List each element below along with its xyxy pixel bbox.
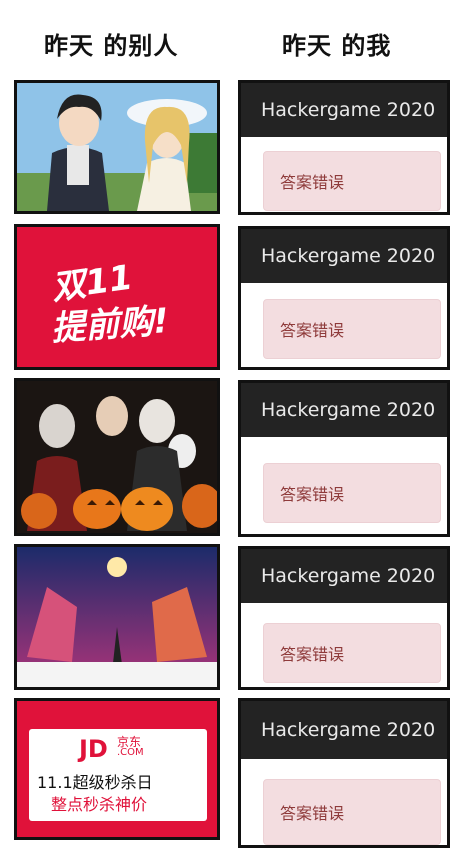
result-card-2: Hackergame 2020 答案错误	[238, 226, 450, 370]
error-alert: 答案错误	[263, 779, 441, 845]
jd-logo: JD	[79, 735, 108, 763]
error-alert: 答案错误	[263, 299, 441, 359]
banner-line-2: 提前购!	[49, 300, 171, 350]
card-title: Hackergame 2020	[241, 701, 447, 759]
error-alert: 答案错误	[263, 463, 441, 523]
error-alert: 答案错误	[263, 623, 441, 683]
halloween-photo-image	[14, 378, 220, 536]
left-column-title: 昨天 的别人	[44, 32, 179, 60]
jd-sale-card: JD 京东 .COM 11.1超级秒杀日 整点秒杀神价	[29, 729, 207, 821]
error-alert: 答案错误	[263, 151, 441, 211]
jd-line-1: 11.1超级秒杀日	[37, 773, 153, 792]
card-title: Hackergame 2020	[241, 383, 447, 437]
result-card-5: Hackergame 2020 答案错误	[238, 698, 450, 848]
result-card-3: Hackergame 2020 答案错误	[238, 380, 450, 537]
anime-characters-image	[14, 80, 220, 214]
jd-line-2: 整点秒杀神价	[51, 795, 148, 814]
jd-com: .COM	[117, 747, 144, 758]
concert-poster-image	[14, 544, 220, 690]
result-card-1: Hackergame 2020 答案错误	[238, 80, 450, 215]
jd-sale-banner-image: JD 京东 .COM 11.1超级秒杀日 整点秒杀神价	[14, 698, 220, 840]
result-card-4: Hackergame 2020 答案错误	[238, 546, 450, 690]
right-column-title: 昨天 的我	[282, 32, 392, 60]
double-eleven-banner-image: 双11 提前购!	[14, 224, 220, 370]
card-title: Hackergame 2020	[241, 83, 447, 137]
card-title: Hackergame 2020	[241, 549, 447, 603]
card-title: Hackergame 2020	[241, 229, 447, 283]
